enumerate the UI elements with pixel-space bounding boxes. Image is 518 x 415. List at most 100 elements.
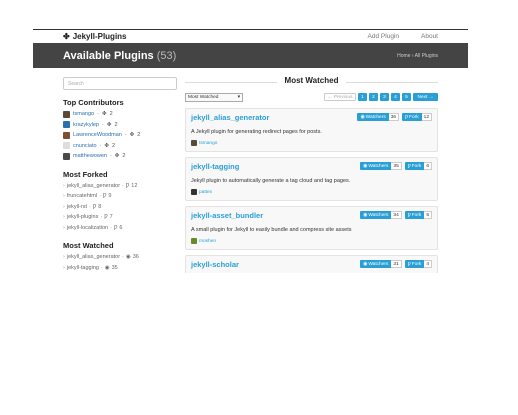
chevron-right-icon: › bbox=[63, 182, 65, 189]
separator: · bbox=[97, 111, 99, 118]
plugin-card: jekyll-scholar ◉ Watchers 31 Ƿ Fork 4 bbox=[185, 255, 438, 273]
pagination-page[interactable]: 1 bbox=[358, 93, 367, 101]
chevron-right-icon: › bbox=[63, 264, 65, 271]
contributor-name[interactable]: cnunciato bbox=[73, 143, 97, 149]
list-item[interactable]: › fruncatehtml · Ƿ9 bbox=[63, 191, 177, 202]
plugin-card: jekyll-asset_bundler ◉ Watchers 34 Ƿ Fork 5 A s… bbox=[185, 206, 438, 250]
chevron-right-icon: › bbox=[63, 193, 65, 200]
watchers-button[interactable]: ◉ Watchers bbox=[360, 260, 392, 268]
pagination-page[interactable]: 2 bbox=[369, 93, 378, 101]
contributor-item[interactable]: matthewowen · ✤ 2 bbox=[63, 151, 177, 162]
list-item-name[interactable]: fruncatehtml bbox=[67, 193, 97, 199]
most-forked-heading: Most Forked bbox=[63, 169, 108, 179]
fork-icon: Ƿ bbox=[407, 212, 411, 218]
pagination-next[interactable]: Next → bbox=[413, 93, 438, 101]
author-name[interactable]: pattex bbox=[199, 190, 212, 195]
contributor-count: 2 bbox=[112, 142, 116, 149]
plugin-author[interactable]: pattex bbox=[191, 189, 432, 195]
contributor-item[interactable]: cnunciato · ✤ 2 bbox=[63, 141, 177, 152]
watchers-label: Watchers bbox=[368, 212, 389, 218]
watchers-badge[interactable]: ◉ Watchers 31 bbox=[360, 260, 402, 268]
fork-badge[interactable]: Ƿ Fork 5 bbox=[404, 211, 432, 219]
nav-about-link[interactable]: About bbox=[421, 33, 438, 40]
pagination-prev[interactable]: ← Previous bbox=[324, 93, 356, 101]
list-item[interactable]: › jekyll-plugins · Ƿ7 bbox=[63, 212, 177, 223]
list-item-name[interactable]: jekyll-localization bbox=[67, 225, 108, 231]
fork-icon: Ƿ bbox=[405, 114, 409, 120]
avatar bbox=[191, 140, 197, 146]
plugin-description: A small plugin for Jekyll to easily bund… bbox=[191, 227, 352, 233]
pagination-page[interactable]: 5 bbox=[402, 93, 411, 101]
fork-label: Fork bbox=[411, 261, 422, 267]
fork-button[interactable]: Ƿ Fork bbox=[402, 113, 422, 121]
list-item-name[interactable]: jekyll_alias_generator bbox=[67, 254, 120, 260]
list-item-name[interactable]: jekyll-rst bbox=[67, 204, 87, 210]
watchers-count: 35 bbox=[391, 162, 402, 170]
separator: · bbox=[100, 214, 103, 221]
list-item[interactable]: › jekyll-rst · Ƿ8 bbox=[63, 202, 177, 213]
contributor-item[interactable]: LawrenceWoodman · ✤ 2 bbox=[63, 130, 177, 141]
contributor-name[interactable]: tsmango bbox=[73, 111, 94, 117]
fork-button[interactable]: Ƿ Fork bbox=[404, 260, 425, 268]
chevron-down-icon: ▾ bbox=[237, 94, 240, 100]
list-item-count: 36 bbox=[132, 254, 139, 261]
fork-button[interactable]: Ƿ Fork bbox=[404, 162, 425, 170]
watchers-button[interactable]: ◉ Watchers bbox=[360, 211, 392, 219]
nav-add-plugin-link[interactable]: Add Plugin bbox=[368, 33, 399, 40]
contributor-item[interactable]: tsmango · ✤ 2 bbox=[63, 109, 177, 120]
list-item-name[interactable]: jekyll-plugins bbox=[67, 214, 99, 220]
puzzle-icon: ✤ bbox=[101, 111, 107, 118]
puzzle-icon: ✤ bbox=[106, 121, 112, 128]
pagination: ← Previous 1 2 3 4 5 Next → bbox=[324, 93, 438, 101]
list-item[interactable]: › jekyll-tagging · ◉ 35 bbox=[63, 263, 177, 274]
fork-badge[interactable]: Ƿ Fork 12 bbox=[402, 113, 432, 121]
pagination-page[interactable]: 4 bbox=[391, 93, 400, 101]
author-name[interactable]: moshen bbox=[199, 239, 216, 244]
eye-icon: ◉ bbox=[360, 114, 365, 120]
fork-icon: Ƿ bbox=[407, 261, 411, 267]
page-title: Available Plugins (53) bbox=[63, 50, 176, 62]
eye-icon: ◉ bbox=[363, 212, 368, 218]
contributor-count: 2 bbox=[122, 153, 126, 160]
author-name[interactable]: tsmango bbox=[199, 141, 217, 146]
watchers-button[interactable]: ◉ Watchers bbox=[357, 113, 389, 121]
fork-icon: Ƿ bbox=[104, 214, 108, 221]
pagination-page[interactable]: 3 bbox=[380, 93, 389, 101]
sort-select-value: Most Watched bbox=[188, 94, 219, 100]
puzzle-icon: ✤ bbox=[63, 32, 70, 41]
contributor-item[interactable]: krazykylep · ✤ 2 bbox=[63, 120, 177, 131]
fork-icon: Ƿ bbox=[407, 163, 411, 169]
brand[interactable]: ✤ Jekyll-Plugins bbox=[63, 32, 127, 41]
watchers-count: 31 bbox=[391, 260, 402, 268]
watchers-badge[interactable]: ◉ Watchers 36 bbox=[357, 113, 400, 121]
watchers-button[interactable]: ◉ Watchers bbox=[360, 162, 392, 170]
fork-icon: Ƿ bbox=[125, 182, 130, 189]
list-item-count: 9 bbox=[108, 193, 112, 200]
breadcrumb[interactable]: Home › All Plugins bbox=[397, 53, 438, 59]
contributor-name[interactable]: krazykylep bbox=[73, 122, 99, 128]
sort-select[interactable]: Most Watched ▾ bbox=[185, 92, 243, 102]
list-item-name[interactable]: jekyll_alias_generator bbox=[67, 183, 120, 189]
watchers-badge[interactable]: ◉ Watchers 35 bbox=[360, 162, 402, 170]
list-item[interactable]: › jekyll_alias_generator · Ƿ 12 bbox=[63, 181, 177, 192]
chevron-right-icon: › bbox=[63, 203, 65, 210]
search-input[interactable]: Search bbox=[63, 77, 177, 90]
contributor-count: 2 bbox=[137, 132, 141, 139]
plugin-author[interactable]: tsmango bbox=[191, 140, 432, 146]
fork-badge[interactable]: Ƿ Fork 6 bbox=[404, 162, 432, 170]
list-item[interactable]: › jekyll-localization · Ƿ6 bbox=[63, 223, 177, 234]
plugin-author[interactable]: moshen bbox=[191, 238, 432, 244]
contributor-count: 2 bbox=[114, 121, 118, 128]
fork-button[interactable]: Ƿ Fork bbox=[404, 211, 425, 219]
contributor-name[interactable]: LawrenceWoodman bbox=[73, 132, 122, 138]
fork-icon: Ƿ bbox=[113, 224, 118, 231]
plugin-description: Jekyll plugin to automatically generate … bbox=[191, 178, 351, 184]
fork-badge[interactable]: Ƿ Fork 4 bbox=[404, 260, 432, 268]
list-item[interactable]: › jekyll_alias_generator · ◉ 36 bbox=[63, 252, 177, 263]
list-item-name[interactable]: jekyll-tagging bbox=[67, 265, 99, 271]
fork-icon: Ƿ bbox=[92, 203, 97, 210]
separator: · bbox=[109, 153, 112, 160]
watchers-label: Watchers bbox=[365, 114, 386, 120]
contributor-name[interactable]: matthewowen bbox=[73, 153, 107, 159]
watchers-badge[interactable]: ◉ Watchers 34 bbox=[360, 211, 402, 219]
